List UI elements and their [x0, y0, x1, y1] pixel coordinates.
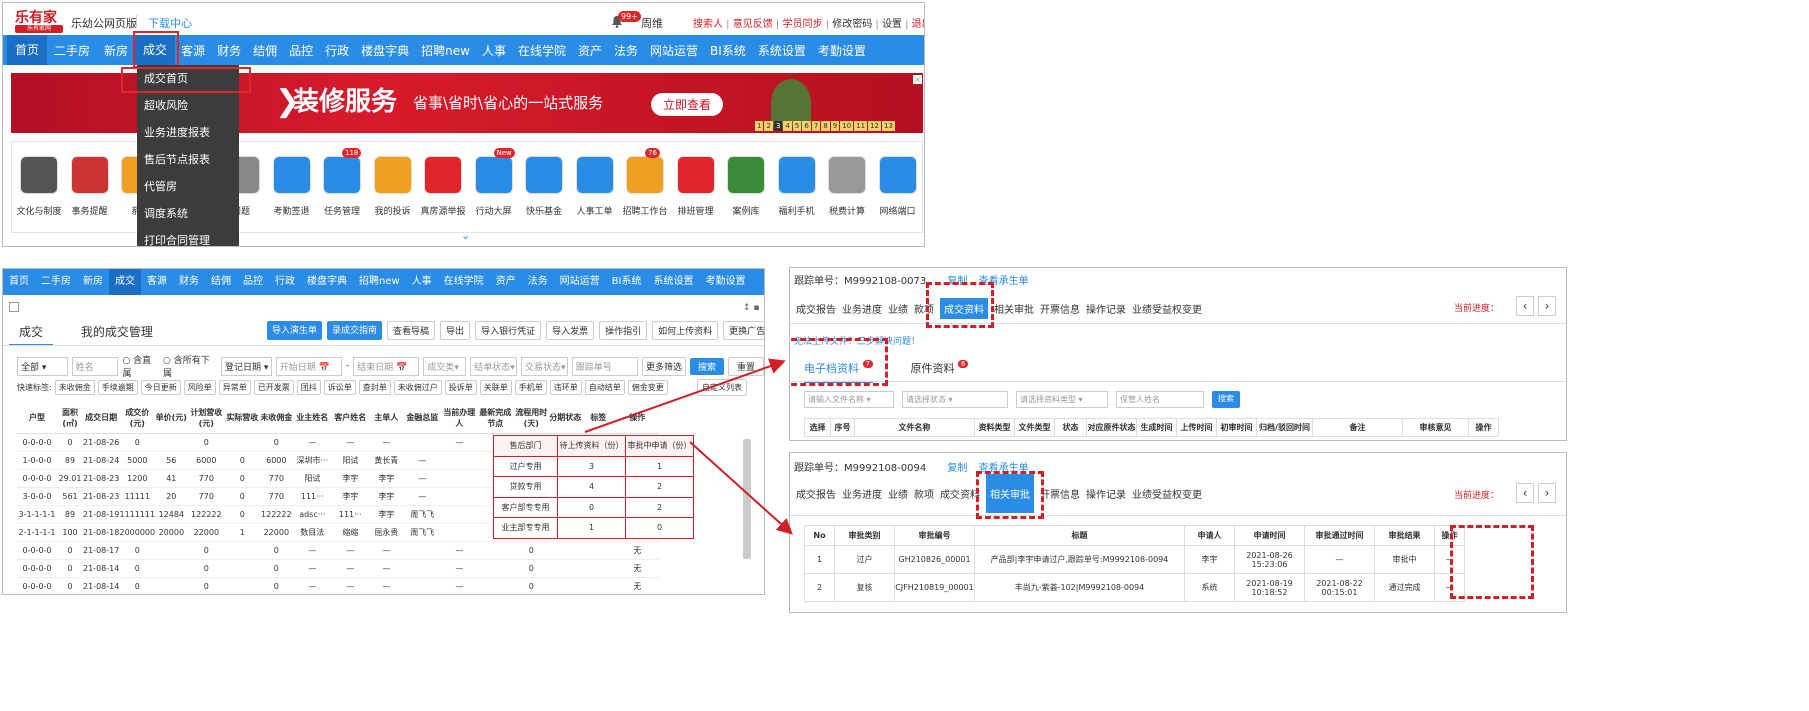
arrow-to-approval — [689, 441, 793, 535]
annotation-arrows — [584, 358, 793, 535]
arrow-to-materials — [584, 358, 786, 433]
